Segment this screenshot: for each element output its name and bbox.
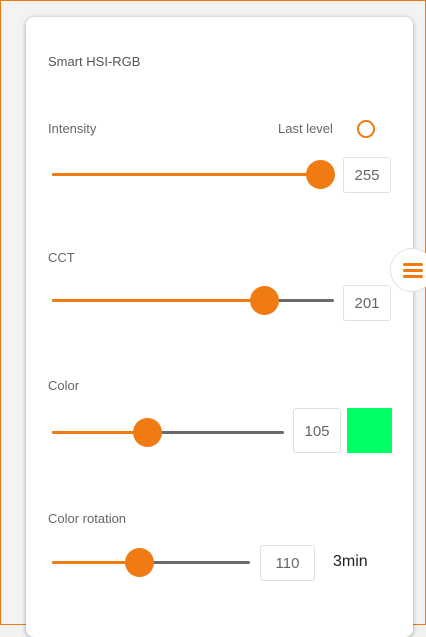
cct-label: CCT	[48, 250, 75, 265]
color-rotation-duration: 3min	[333, 553, 368, 570]
cct-value-field[interactable]: 201	[343, 285, 391, 321]
color-rotation-slider[interactable]	[52, 548, 250, 577]
cct-slider-fill	[52, 299, 264, 302]
color-rotation-slider-thumb[interactable]	[125, 548, 155, 577]
intensity-value-field[interactable]: 255	[343, 157, 391, 193]
color-label: Color	[48, 378, 80, 393]
intensity-slider-fill	[52, 173, 320, 176]
control-panel	[26, 17, 413, 637]
color-slider-thumb[interactable]	[133, 418, 163, 447]
panel-title: Smart HSI-RGB	[48, 54, 141, 69]
intensity-label: Intensity	[48, 121, 97, 136]
side-menu-button[interactable]	[390, 248, 426, 292]
intensity-slider-thumb[interactable]	[306, 160, 335, 189]
intensity-slider[interactable]	[52, 160, 335, 189]
last-level-label: Last level	[278, 121, 333, 136]
color-rotation-value-field[interactable]: 110	[260, 545, 315, 581]
color-swatch[interactable]	[347, 408, 392, 453]
last-level-radio-icon[interactable]	[357, 120, 375, 138]
color-value-field[interactable]: 105	[293, 408, 341, 453]
cct-slider[interactable]	[52, 286, 334, 315]
cct-slider-thumb[interactable]	[249, 286, 279, 315]
color-rotation-label: Color rotation	[48, 511, 127, 526]
color-slider[interactable]	[52, 418, 284, 447]
